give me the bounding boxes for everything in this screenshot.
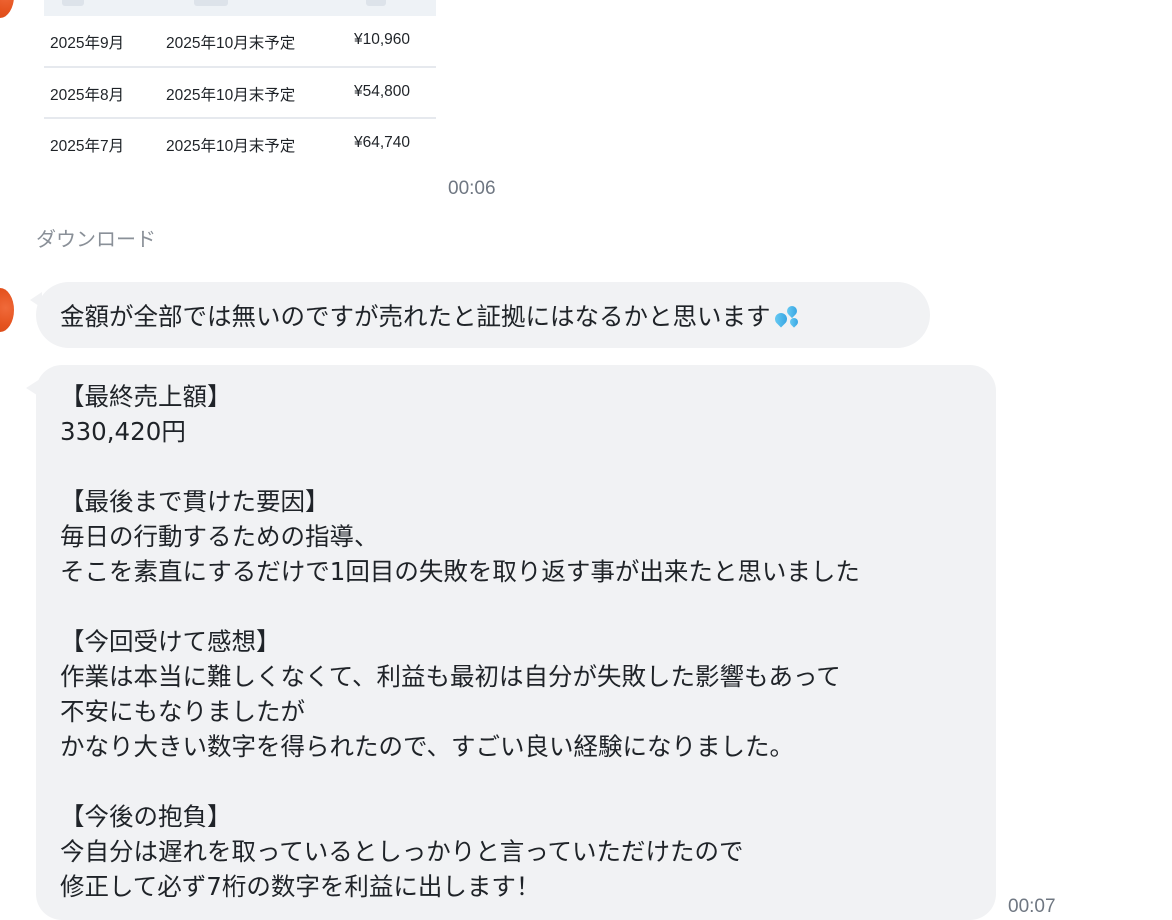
table-row: 2025年8月 2025年10月末予定 ¥54,800 xyxy=(44,68,436,118)
message-line: 修正して必ず7桁の数字を利益に出します！ xyxy=(60,872,541,901)
bubble-tail xyxy=(26,379,40,397)
message-line: 作業は本当に難しくなくて、利益も最初は自分が失敗した影響もあって xyxy=(60,662,841,691)
message-bubble[interactable]: 【最終売上額】 330,420円 【最後まで貫けた要因】 毎日の行動するための指… xyxy=(26,365,996,920)
chat-thread: 2025年9月 2025年10月末予定 ¥10,960 2025年8月 2025… xyxy=(0,0,1172,920)
message-text-content: 金額が全部では無いのですが売れたと証拠にはなるかと思います xyxy=(60,302,771,331)
message-line: そこを素直にするだけで1回目の失敗を取り返す事が出来たと思いました xyxy=(60,557,860,586)
message-line: 不安にもなりましたが xyxy=(60,697,305,726)
table-row: 2025年7月 2025年10月末予定 ¥64,740 xyxy=(44,119,436,166)
message-line: 今自分は遅れを取っているとしっかりと言っていただけたので xyxy=(60,837,744,866)
message-text: 金額が全部では無いのですが売れたと証拠にはなるかと思います xyxy=(60,298,803,333)
amount-cell: ¥54,800 xyxy=(354,83,411,100)
month-cell: 2025年7月 xyxy=(50,138,125,155)
message-timestamp: 00:07 xyxy=(1008,896,1056,917)
table-header-strip xyxy=(44,0,436,16)
amount-cell: ¥64,740 xyxy=(354,134,411,151)
message-line: 毎日の行動するための指導、 xyxy=(60,522,379,551)
payout-date-cell: 2025年10月末予定 xyxy=(166,87,296,104)
sales-screenshot-image[interactable]: 2025年9月 2025年10月末予定 ¥10,960 2025年8月 2025… xyxy=(44,0,436,166)
table-row: 2025年9月 2025年10月末予定 ¥10,960 xyxy=(44,16,436,66)
bubble-tail xyxy=(30,292,42,308)
message-line: 【今後の抱負】 xyxy=(60,802,232,831)
message-line: 【最終売上額】 xyxy=(60,382,232,411)
payout-date-cell: 2025年10月末予定 xyxy=(166,35,296,52)
sender-avatar[interactable] xyxy=(0,288,14,332)
message-line: 【最後まで貫けた要因】 xyxy=(60,487,330,516)
message-line: かなり大きい数字を得られたので、すごい良い経験になりました。 xyxy=(60,732,795,761)
message-timestamp: 00:06 xyxy=(448,178,496,199)
month-cell: 2025年9月 xyxy=(50,35,125,52)
sweat-droplets-icon xyxy=(772,303,803,328)
download-link[interactable]: ダウンロード xyxy=(36,223,156,252)
payout-date-cell: 2025年10月末予定 xyxy=(166,138,296,155)
message-bubble[interactable]: 金額が全部では無いのですが売れたと証拠にはなるかと思います xyxy=(30,282,930,348)
month-cell: 2025年8月 xyxy=(50,87,125,104)
message-line: 【今回受けて感想】 xyxy=(60,627,281,656)
sender-avatar[interactable] xyxy=(0,0,14,18)
amount-cell: ¥10,960 xyxy=(354,31,411,48)
message-line: 330,420円 xyxy=(60,417,186,446)
